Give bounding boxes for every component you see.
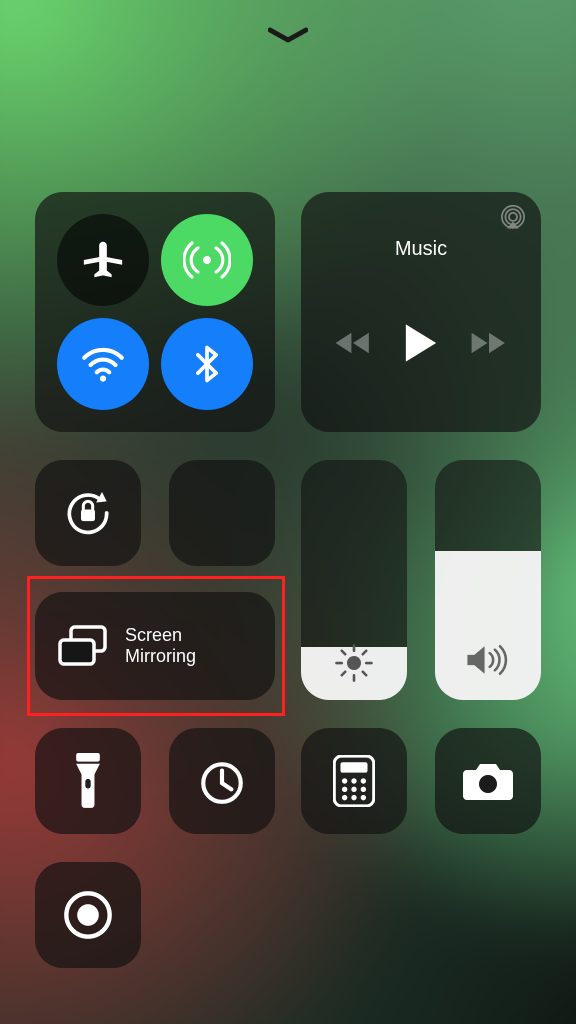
record-icon bbox=[62, 889, 114, 941]
do-not-disturb-toggle[interactable] bbox=[169, 460, 275, 566]
orientation-lock-toggle[interactable] bbox=[35, 460, 141, 566]
sun-icon bbox=[333, 642, 375, 684]
timer-icon bbox=[197, 756, 247, 806]
speaker-icon bbox=[464, 640, 512, 680]
orientation-lock-icon bbox=[60, 485, 116, 541]
screen-mirroring-label: Screen Mirroring bbox=[125, 625, 196, 666]
media-title: Music bbox=[301, 238, 541, 261]
bluetooth-icon bbox=[185, 342, 229, 386]
flashlight-button[interactable] bbox=[35, 728, 141, 834]
cellular-data-toggle[interactable] bbox=[161, 214, 253, 306]
timer-button[interactable] bbox=[169, 728, 275, 834]
bluetooth-toggle[interactable] bbox=[161, 318, 253, 410]
screen-mirroring-button[interactable]: Screen Mirroring bbox=[35, 592, 275, 700]
screen-record-button[interactable] bbox=[35, 862, 141, 968]
calculator-icon bbox=[333, 755, 375, 807]
brightness-slider[interactable] bbox=[301, 460, 407, 700]
volume-slider[interactable] bbox=[435, 460, 541, 700]
connectivity-panel[interactable] bbox=[35, 192, 275, 432]
chevron-down-icon[interactable] bbox=[264, 24, 312, 48]
airplane-icon bbox=[80, 237, 126, 283]
antenna-icon bbox=[183, 236, 231, 284]
media-panel[interactable]: Music bbox=[301, 192, 541, 432]
camera-button[interactable] bbox=[435, 728, 541, 834]
forward-button[interactable] bbox=[470, 328, 508, 358]
play-button[interactable] bbox=[402, 322, 440, 364]
screen-mirroring-icon bbox=[57, 624, 109, 668]
calculator-button[interactable] bbox=[301, 728, 407, 834]
flashlight-icon bbox=[71, 753, 105, 809]
airplay-icon[interactable] bbox=[499, 204, 527, 232]
moon-icon bbox=[199, 490, 245, 536]
wifi-toggle[interactable] bbox=[57, 318, 149, 410]
airplane-mode-toggle[interactable] bbox=[57, 214, 149, 306]
rewind-button[interactable] bbox=[334, 328, 372, 358]
wifi-icon bbox=[78, 339, 128, 389]
camera-icon bbox=[461, 760, 515, 802]
